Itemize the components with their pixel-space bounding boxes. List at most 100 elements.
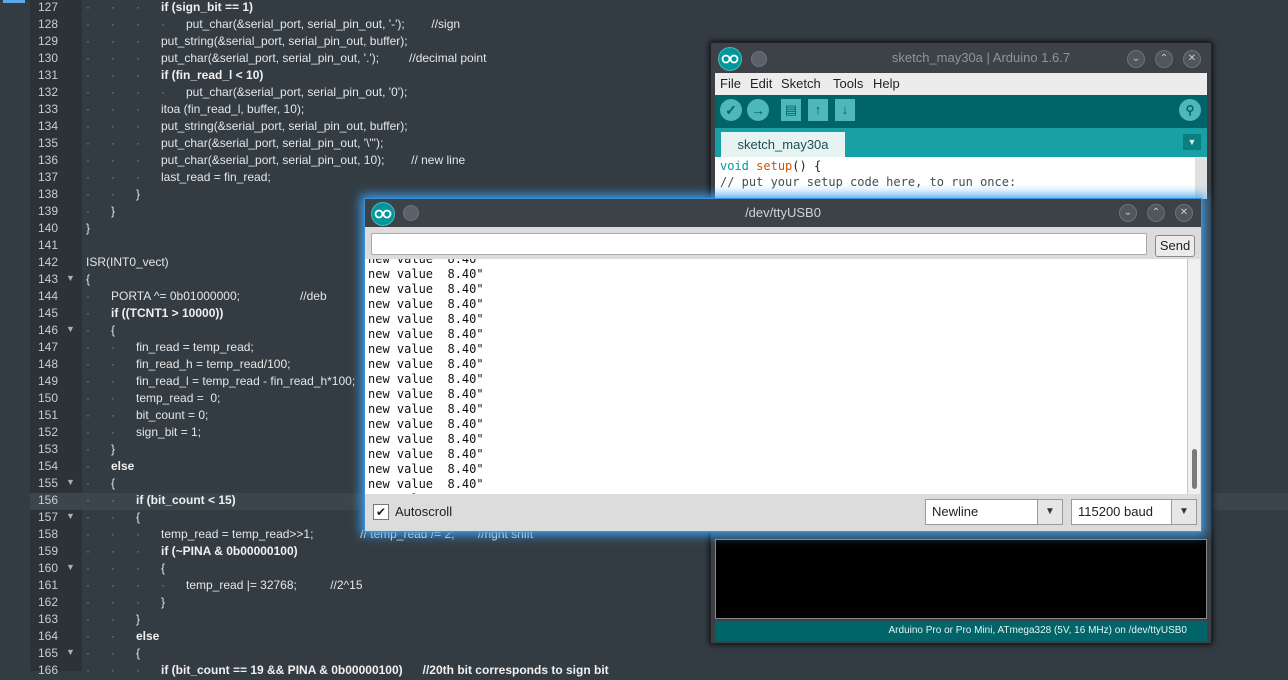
code-text: { bbox=[111, 323, 116, 337]
line-number: 132 bbox=[37, 85, 58, 99]
menu-edit[interactable]: Edit bbox=[750, 76, 772, 91]
close-icon[interactable]: ✕ bbox=[1175, 204, 1193, 222]
line-number: 130 bbox=[37, 51, 58, 65]
line-number: 140 bbox=[37, 221, 58, 235]
line-number: 127 bbox=[37, 0, 58, 14]
indent-guides: ·· bbox=[86, 340, 136, 354]
maximize-icon[interactable]: ⌃ bbox=[1155, 50, 1173, 68]
line-number: 165 bbox=[37, 646, 58, 660]
menu-sketch[interactable]: Sketch bbox=[781, 76, 821, 91]
indent-guides: ·· bbox=[86, 629, 136, 643]
fold-toggle-icon[interactable]: ▼ bbox=[66, 324, 75, 334]
serial-output[interactable]: new value 8.40" new value 8.40" new value … bbox=[365, 259, 1187, 494]
serial-output-scrollbar[interactable] bbox=[1187, 259, 1200, 494]
minimize-icon[interactable]: ⌄ bbox=[1119, 204, 1137, 222]
maximize-icon[interactable]: ⌃ bbox=[1147, 204, 1165, 222]
tab-menu-chevron-down-icon[interactable]: ▼ bbox=[1183, 134, 1201, 150]
code-text: temp_read = 0; bbox=[136, 391, 221, 405]
fold-toggle-icon[interactable]: ▼ bbox=[66, 647, 75, 657]
line-number: 153 bbox=[37, 442, 58, 456]
serial-output-line: new value bbox=[368, 492, 433, 494]
code-text: } bbox=[86, 221, 91, 235]
indent-guides: ··· bbox=[86, 34, 161, 48]
line-number: 151 bbox=[37, 408, 58, 422]
serial-send-input[interactable] bbox=[371, 233, 1147, 255]
indent-guides: ·· bbox=[86, 187, 136, 201]
indent-guides: · bbox=[86, 459, 111, 473]
line-number: 141 bbox=[37, 238, 58, 252]
code-text: ISR(INT0_vect) bbox=[86, 255, 169, 269]
serial-monitor-window[interactable]: /dev/ttyUSB0 ⌄ ⌃ ✕ Send new value 8.40" n… bbox=[364, 198, 1202, 532]
serial-output-line: new value 8.40" bbox=[368, 417, 484, 431]
baud-rate-select[interactable]: 115200 baud ▼ bbox=[1071, 499, 1197, 525]
code-text: fin_read_h = temp_read/100; bbox=[136, 357, 291, 371]
ide-titlebar[interactable]: sketch_may30a | Arduino 1.6.7 ⌄ ⌃ ✕ bbox=[711, 43, 1211, 73]
indent-guides: ···· bbox=[86, 578, 186, 592]
menu-tools[interactable]: Tools bbox=[833, 76, 863, 91]
line-number: 147 bbox=[37, 340, 58, 354]
ide-code-area[interactable]: void setup() { // put your setup code he… bbox=[715, 157, 1195, 199]
new-sketch-icon[interactable]: ▤ bbox=[781, 99, 801, 121]
indent-guides: ··· bbox=[86, 102, 161, 116]
fold-toggle-icon[interactable]: ▼ bbox=[66, 273, 75, 283]
code-line: 127 ··· if (sign_bit == 1) bbox=[30, 0, 1288, 17]
open-sketch-icon[interactable]: ↑ bbox=[808, 99, 828, 121]
code-text: bit_count = 0; bbox=[136, 408, 209, 422]
send-button[interactable]: Send bbox=[1155, 235, 1195, 257]
chevron-down-icon: ▼ bbox=[1171, 500, 1196, 524]
serial-monitor-icon[interactable]: ⚲ bbox=[1179, 99, 1201, 121]
window-menu-icon[interactable] bbox=[751, 51, 767, 67]
serial-titlebar[interactable]: /dev/ttyUSB0 ⌄ ⌃ ✕ bbox=[365, 199, 1201, 227]
line-ending-select[interactable]: Newline ▼ bbox=[925, 499, 1063, 525]
code-text: fin_read = temp_read; bbox=[136, 340, 254, 354]
code-text: put_string(&serial_port, serial_pin_out,… bbox=[161, 119, 408, 133]
fold-toggle-icon[interactable]: ▼ bbox=[66, 511, 75, 521]
verify-icon[interactable]: ✓ bbox=[720, 99, 742, 121]
serial-output-line: new value 8.40" bbox=[368, 282, 484, 296]
ide-console bbox=[715, 539, 1207, 619]
indent-guides: · bbox=[86, 306, 111, 320]
fold-toggle-icon[interactable]: ▼ bbox=[66, 477, 75, 487]
line-number: 137 bbox=[37, 170, 58, 184]
code-text: { bbox=[161, 561, 166, 575]
line-number: 161 bbox=[37, 578, 58, 592]
indent-guides: · bbox=[86, 442, 111, 456]
line-number: 149 bbox=[37, 374, 58, 388]
tab-sketch[interactable]: sketch_may30a bbox=[721, 132, 845, 157]
ide-menubar: File Edit Sketch Tools Help bbox=[715, 73, 1207, 95]
code-text: { bbox=[136, 646, 141, 660]
line-number: 139 bbox=[37, 204, 58, 218]
close-icon[interactable]: ✕ bbox=[1183, 50, 1201, 68]
ide-code-scrollbar[interactable] bbox=[1195, 157, 1207, 199]
line-ending-value: Newline bbox=[932, 504, 979, 519]
menu-help[interactable]: Help bbox=[873, 76, 900, 91]
line-number: 142 bbox=[37, 255, 58, 269]
line-number: 150 bbox=[37, 391, 58, 405]
indent-guides: ··· bbox=[86, 136, 161, 150]
minimize-icon[interactable]: ⌄ bbox=[1127, 50, 1145, 68]
fold-toggle-icon[interactable]: ▼ bbox=[66, 562, 75, 572]
scrollbar-thumb[interactable] bbox=[1192, 449, 1197, 489]
code-text: put_char(&serial_port, serial_pin_out, '… bbox=[161, 51, 487, 65]
serial-output-line: new value 8.40" bbox=[368, 447, 484, 461]
line-number: 145 bbox=[37, 306, 58, 320]
chevron-down-icon: ▼ bbox=[1037, 500, 1062, 524]
indent-guides: ·· bbox=[86, 391, 136, 405]
serial-output-line: new value 8.40" bbox=[368, 327, 484, 341]
autoscroll-checkbox[interactable]: ✔ bbox=[373, 504, 389, 520]
serial-output-line: new value 8.40" bbox=[368, 342, 484, 356]
code-text: temp_read |= 32768; //2^15 bbox=[186, 578, 363, 592]
line-number: 148 bbox=[37, 357, 58, 371]
save-sketch-icon[interactable]: ↓ bbox=[835, 99, 855, 121]
indent-guides: · bbox=[86, 289, 111, 303]
code-fn: setup bbox=[756, 159, 793, 173]
serial-bottom-bar: ✔ Autoscroll Newline ▼ 115200 baud ▼ bbox=[365, 495, 1201, 531]
menu-file[interactable]: File bbox=[720, 76, 741, 91]
code-text: last_read = fin_read; bbox=[161, 170, 271, 184]
line-number: 166 bbox=[37, 663, 58, 677]
indent-guides: ·· bbox=[86, 510, 136, 524]
indent-guides: · bbox=[86, 204, 111, 218]
code-text: { bbox=[86, 272, 91, 286]
indent-guides: ·· bbox=[86, 425, 136, 439]
upload-icon[interactable]: → bbox=[747, 99, 769, 121]
